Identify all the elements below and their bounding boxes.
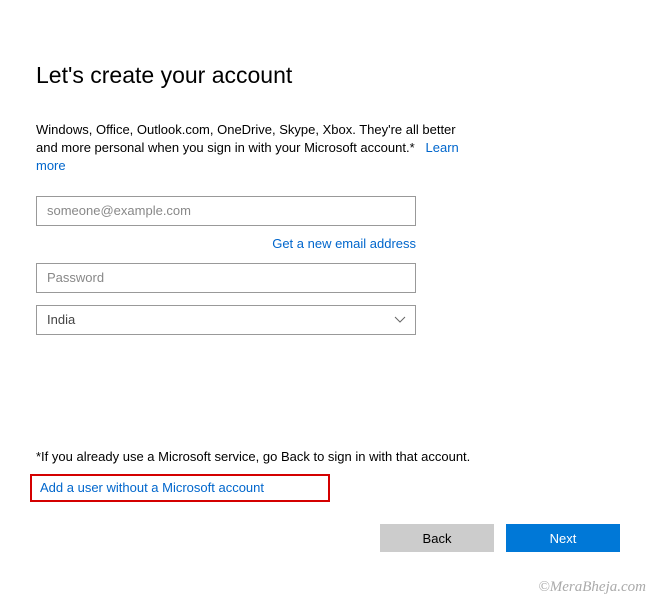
- watermark: ©MeraBheja.com: [538, 579, 646, 596]
- intro-text: Windows, Office, Outlook.com, OneDrive, …: [36, 122, 456, 155]
- page-title: Let's create your account: [36, 62, 616, 89]
- back-note: *If you already use a Microsoft service,…: [36, 449, 470, 464]
- highlight-annotation: Add a user without a Microsoft account: [30, 474, 330, 502]
- password-input[interactable]: [36, 263, 416, 293]
- add-user-without-ms-link[interactable]: Add a user without a Microsoft account: [40, 480, 264, 495]
- email-input[interactable]: [36, 196, 416, 226]
- new-email-link[interactable]: Get a new email address: [272, 236, 416, 251]
- back-button[interactable]: Back: [380, 524, 494, 552]
- country-select[interactable]: India: [36, 305, 416, 335]
- intro-description: Windows, Office, Outlook.com, OneDrive, …: [36, 121, 476, 176]
- next-button[interactable]: Next: [506, 524, 620, 552]
